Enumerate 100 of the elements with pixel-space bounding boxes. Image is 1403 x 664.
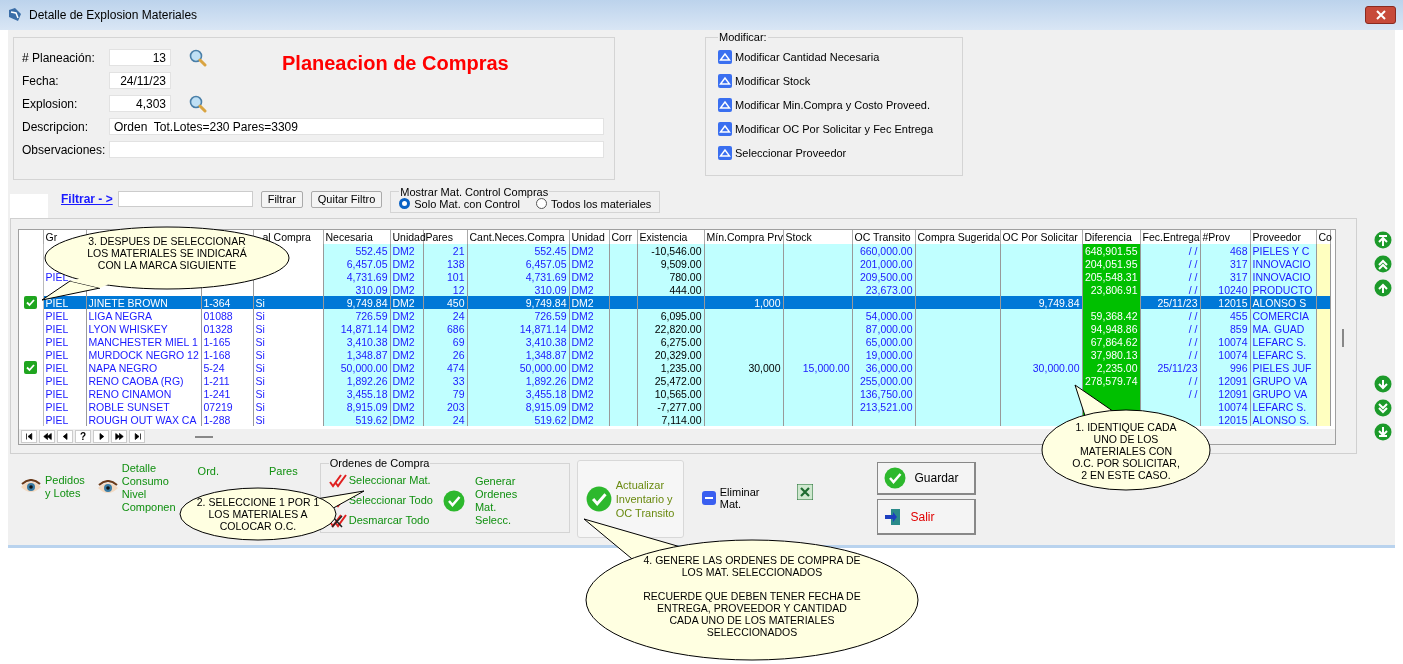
close-button[interactable] [1365, 6, 1396, 24]
table-cell: 36,000.00 [865, 361, 913, 374]
table-cell: 12015 [1218, 296, 1248, 309]
column-header[interactable]: Stock [785, 231, 812, 243]
text-field[interactable] [109, 141, 604, 158]
table-cell: 310.09 [355, 283, 388, 296]
scroll-thumb[interactable] [1342, 329, 1344, 347]
modify-link[interactable]: Modificar Stock [735, 75, 811, 87]
table-cell: 686 [446, 322, 465, 335]
table-cell: / / [1188, 283, 1198, 296]
table-cell: ALONSO S [1252, 296, 1307, 309]
scroll-thumb[interactable] [195, 435, 213, 438]
table-cell: 1-364 [203, 296, 231, 309]
order-action-link[interactable]: Desmarcar Todo [348, 514, 430, 527]
radio-option[interactable]: Solo Mat. con Control [399, 197, 521, 210]
prev-page-button[interactable] [39, 430, 55, 443]
table-cell: 67,864.62 [1090, 335, 1138, 348]
modify-link[interactable]: Modificar Cantidad Necesaria [735, 51, 880, 63]
modify-link[interactable]: Modificar Min.Compra y Costo Proveed. [735, 99, 930, 111]
table-cell: / / [1188, 257, 1198, 270]
next-page-button[interactable] [111, 430, 127, 443]
column-header[interactable]: Unidad [392, 231, 426, 243]
radio-option[interactable]: Todos los materiales [536, 197, 652, 210]
filter-button[interactable]: Filtrar [260, 190, 303, 208]
field-label: # Planeación: [22, 50, 96, 65]
report-link[interactable]: Pares [269, 465, 298, 478]
order-action-link[interactable]: Seleccionar Mat. [348, 474, 431, 487]
column-header[interactable]: Gr [45, 231, 58, 243]
report-link[interactable]: Detalle Consumo Nivel Componen [121, 462, 176, 514]
table-cell: Si [255, 296, 265, 309]
column-header[interactable]: Fec.Entrega [1142, 231, 1200, 243]
last-button[interactable] [129, 430, 145, 443]
arrow-up-icon[interactable] [1374, 279, 1392, 297]
table-cell: ROUGH OUT WAX CA [88, 413, 197, 426]
table-cell: 209,500.00 [859, 270, 913, 283]
checkmark-icon[interactable] [24, 296, 38, 309]
filter-field[interactable] [117, 191, 253, 207]
table-cell: 8,915.09 [525, 400, 567, 413]
first-icon [24, 432, 34, 441]
search-icon[interactable] [189, 94, 207, 113]
text-field[interactable]: 13 [109, 49, 171, 66]
table-cell: DM2 [571, 244, 594, 257]
minus-icon[interactable] [701, 491, 716, 505]
table-cell: LEFARC S. [1252, 335, 1307, 348]
table-cell: 14,871.14 [519, 322, 567, 335]
modify-link[interactable]: Modificar OC Por Solicitar y Fec Entrega [735, 123, 934, 135]
table-cell: 07219 [203, 400, 233, 413]
filter-link[interactable]: Filtrar - > [61, 192, 113, 206]
table-cell: 30,000 [748, 361, 781, 374]
order-action-link[interactable]: Seleccionar Todo [348, 494, 433, 507]
text-field[interactable]: 24/11/23 [109, 72, 171, 89]
table-cell: Si [255, 322, 265, 335]
table-cell: DM2 [392, 270, 415, 283]
text-field[interactable]: Orden Tot.Lotes=230 Pares=3309 [109, 118, 604, 135]
chevron-up-icon [718, 50, 732, 64]
table-cell: 26 [452, 348, 465, 361]
table-cell: 213,521.00 [859, 400, 913, 413]
next-button[interactable] [93, 430, 109, 443]
search-icon[interactable] [189, 48, 207, 67]
table-cell: DM2 [571, 270, 594, 283]
column-header[interactable]: Co [1318, 231, 1332, 243]
next-page-icon [114, 432, 124, 441]
save-button[interactable]: Guardar [877, 462, 977, 495]
table-cell: 1-241 [203, 387, 231, 400]
table-cell: 278,579.74 [1084, 374, 1138, 387]
table-cell: PIEL [45, 374, 69, 387]
arrow-down-icon[interactable] [1374, 423, 1392, 441]
filter-button[interactable]: Quitar Filtro [310, 190, 383, 208]
eye-icon[interactable] [96, 480, 119, 496]
generate-orders-link[interactable]: Generar Ordenes Mat. Selecc. [474, 474, 518, 527]
column-header[interactable]: #Prov [1202, 231, 1230, 243]
table-cell: DM2 [392, 348, 415, 361]
text-field[interactable]: 4,303 [109, 95, 171, 112]
check-circle-icon[interactable] [442, 489, 465, 512]
eye-icon[interactable] [20, 479, 42, 495]
table-cell: / / [1188, 309, 1198, 322]
table-cell: Si [255, 413, 265, 426]
checkmark-icon[interactable] [24, 361, 38, 374]
column-header[interactable]: Compra Sugerida [917, 231, 1000, 243]
exit-button[interactable]: Salir [877, 499, 977, 535]
table-cell: 01088 [203, 309, 233, 322]
arrow-up-icon[interactable] [1374, 231, 1392, 249]
spreadsheet-icon[interactable] [797, 484, 814, 500]
modify-link[interactable]: Seleccionar Proveedor [735, 147, 847, 159]
column-header[interactable]: Mín.Compra Prv [706, 231, 783, 243]
table-cell: MANCHESTER MIEL 1 [88, 335, 198, 348]
arrow-down-icon[interactable] [1374, 375, 1392, 393]
table-cell: 1,000 [754, 296, 781, 309]
report-link[interactable]: Pedidos y Lotes [45, 474, 85, 500]
table-cell: 101 [446, 270, 465, 283]
table-cell: DM2 [571, 309, 594, 322]
delete-link[interactable]: Eliminar Mat. [719, 486, 760, 510]
first-button[interactable] [21, 430, 37, 443]
arrow-down-icon[interactable] [1374, 399, 1392, 417]
update-inventory-button[interactable]: Actualizar Inventario y OC Transito [576, 460, 684, 538]
report-link[interactable]: Ord. [197, 465, 219, 478]
arrow-up-icon[interactable] [1374, 255, 1392, 273]
prev-button[interactable] [57, 430, 73, 443]
table-cell: RENO CAOBA (RG) [88, 374, 184, 387]
help-button[interactable]: ? [75, 430, 91, 443]
